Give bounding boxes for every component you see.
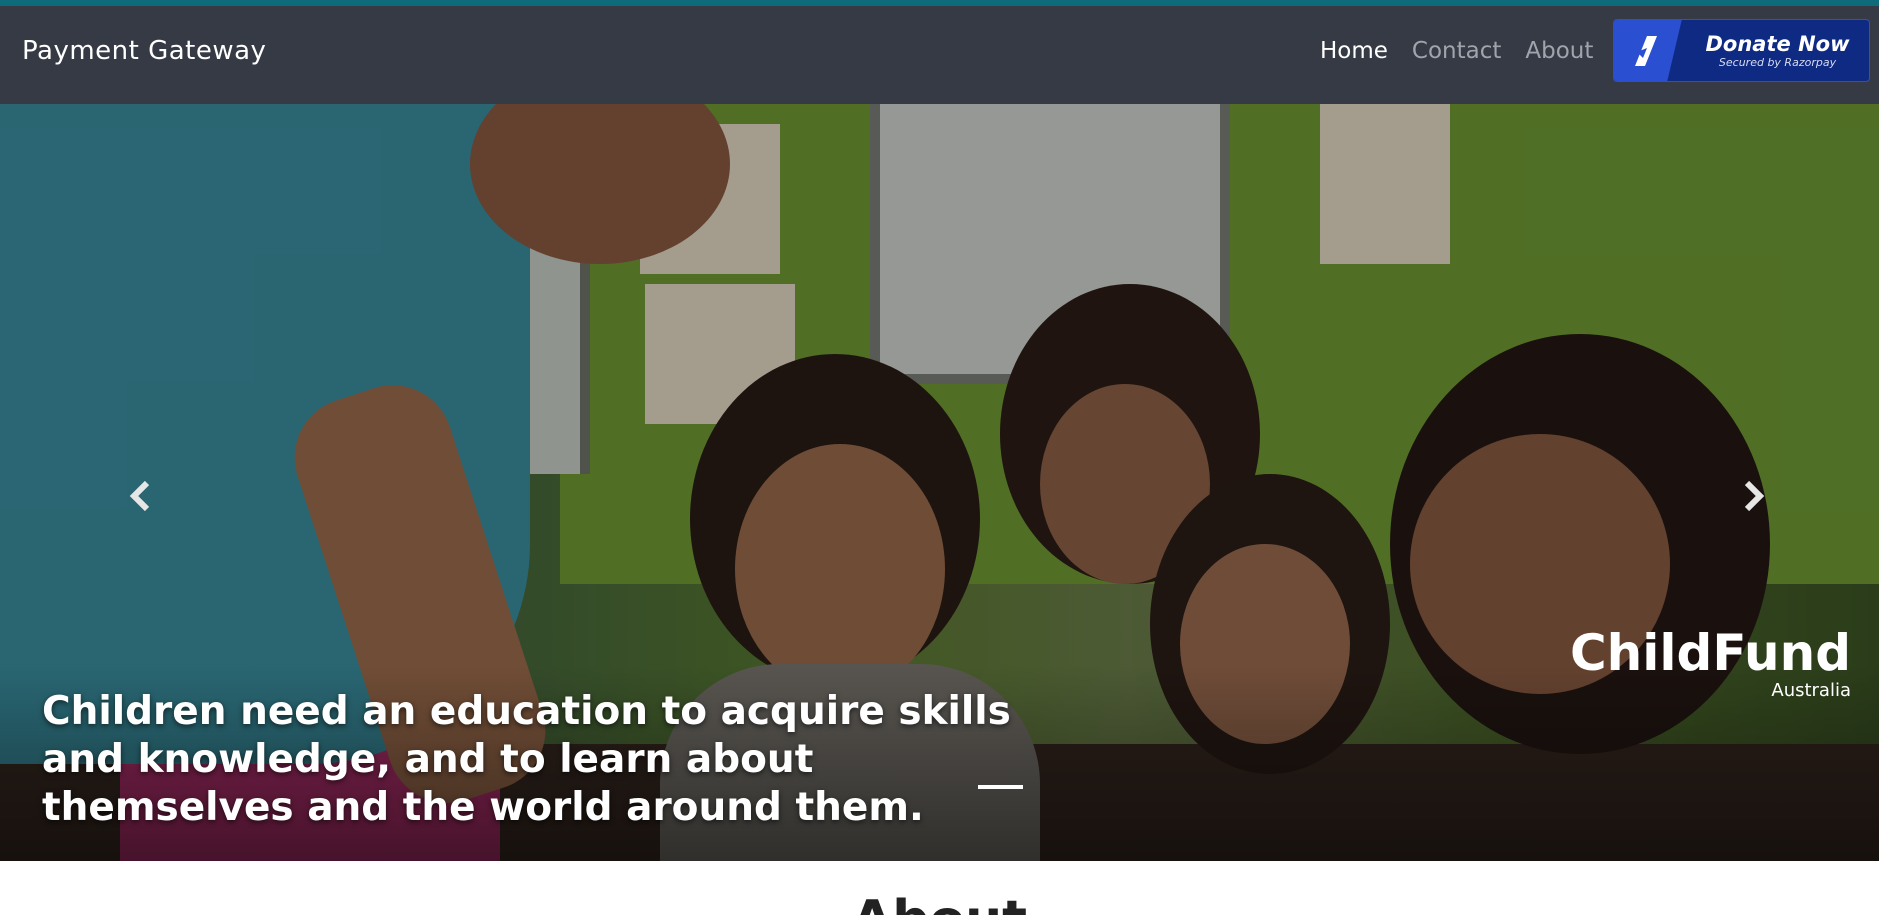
hero-carousel: Children need an education to acquire sk… [0, 104, 1879, 861]
watermark-main: ChildFund [1569, 624, 1851, 682]
donate-sublabel: Secured by Razorpay [1718, 56, 1837, 69]
caption-dash [978, 785, 1023, 789]
donate-text: Donate Now Secured by Razorpay [1682, 32, 1869, 69]
chevron-left-icon [129, 480, 150, 512]
razorpay-logo-icon [1614, 20, 1682, 81]
watermark-sub: Australia [1771, 680, 1851, 701]
chevron-right-icon [1744, 480, 1765, 512]
about-heading: About [0, 890, 1879, 915]
nav-links: Home Contact About [1320, 38, 1617, 64]
nav-home-link[interactable]: Home [1320, 38, 1388, 64]
nav-about-link[interactable]: About [1525, 38, 1593, 64]
navbar: Payment Gateway Home Contact About Donat… [0, 6, 1879, 104]
donate-label: Donate Now [1705, 32, 1850, 56]
childfund-watermark: ChildFund Australia [1570, 626, 1851, 701]
brand-link[interactable]: Payment Gateway [22, 36, 266, 66]
carousel-next-button[interactable] [1724, 466, 1784, 526]
carousel-prev-button[interactable] [110, 466, 170, 526]
carousel-caption: Children need an education to acquire sk… [42, 689, 1011, 830]
nav-contact-link[interactable]: Contact [1412, 38, 1501, 64]
donate-now-button[interactable]: Donate Now Secured by Razorpay [1613, 19, 1870, 82]
